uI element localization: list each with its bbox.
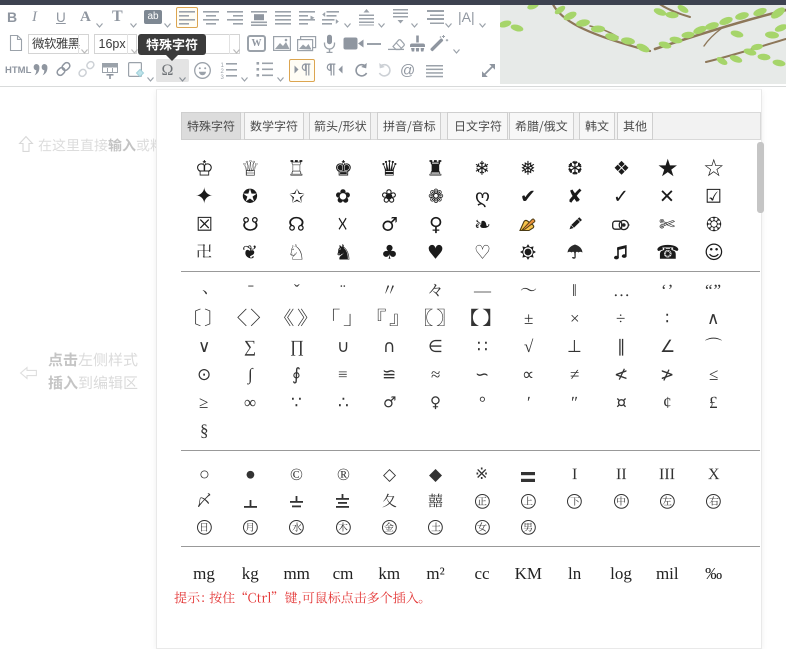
svg-text:3: 3 xyxy=(221,75,225,81)
